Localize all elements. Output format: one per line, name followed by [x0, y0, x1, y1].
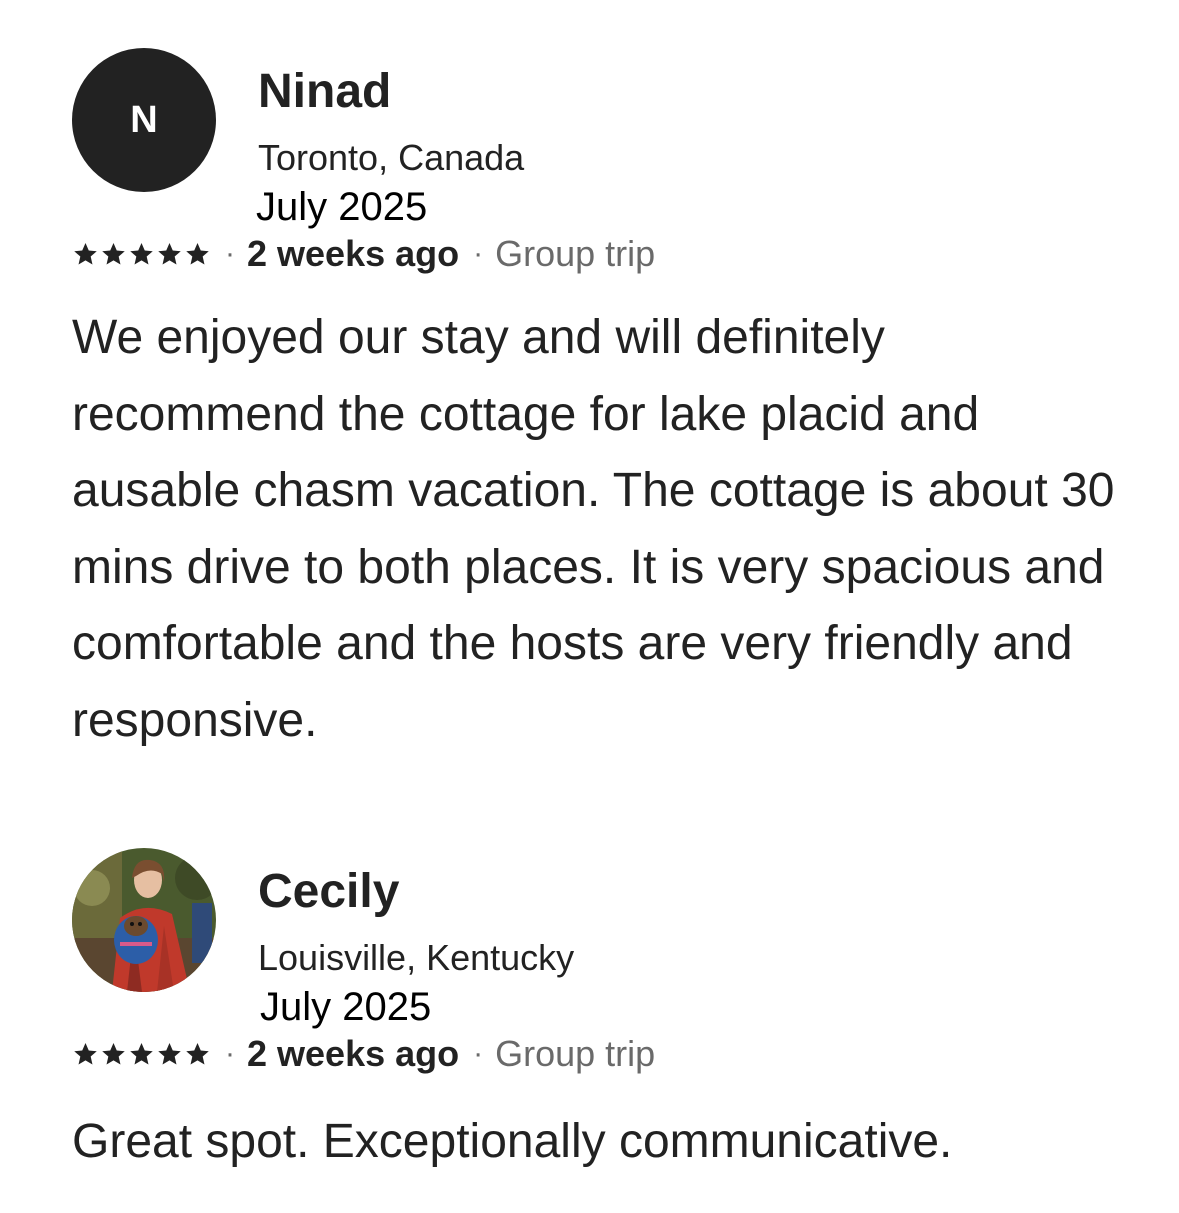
avatar[interactable]: N — [72, 48, 216, 192]
avatar[interactable] — [72, 848, 216, 992]
avatar-initial: N — [130, 98, 158, 141]
star-icon — [102, 1042, 125, 1065]
review-meta: · 2 weeks ago · Group trip — [72, 1032, 655, 1076]
star-icon — [130, 242, 153, 265]
reviewer-name[interactable]: Ninad — [258, 62, 391, 122]
review-time-ago: 2 weeks ago — [247, 233, 460, 274]
star-icon — [158, 242, 181, 265]
star-rating — [72, 241, 211, 268]
star-icon — [130, 1042, 153, 1065]
star-icon — [158, 1042, 181, 1065]
avatar-photo-icon — [72, 848, 216, 992]
star-rating — [72, 1041, 211, 1068]
separator-dot: · — [225, 237, 235, 270]
review-date: July 2025 — [260, 985, 432, 1029]
star-icon — [74, 1042, 97, 1065]
review-date: July 2025 — [256, 185, 428, 229]
star-icon — [186, 242, 209, 265]
separator-dot: · — [473, 237, 484, 270]
reviewer-location: Toronto, Canada — [258, 137, 525, 178]
review-text: Great spot. Exceptionally communicative. — [72, 1115, 953, 1168]
review-meta: · 2 weeks ago · Group trip — [72, 232, 655, 276]
separator-dot: · — [473, 1037, 484, 1070]
star-icon — [74, 242, 97, 265]
review-time-ago: 2 weeks ago — [247, 1033, 460, 1074]
reviewer-location: Louisville, Kentucky — [258, 937, 575, 978]
trip-type: Group trip — [495, 1033, 656, 1074]
reviewer-name[interactable]: Cecily — [258, 862, 399, 922]
star-icon — [102, 242, 125, 265]
star-icon — [186, 1042, 209, 1065]
separator-dot: · — [225, 1037, 235, 1070]
trip-type: Group trip — [495, 233, 656, 274]
review-text: We enjoyed our stay and will definitely … — [72, 311, 1115, 747]
